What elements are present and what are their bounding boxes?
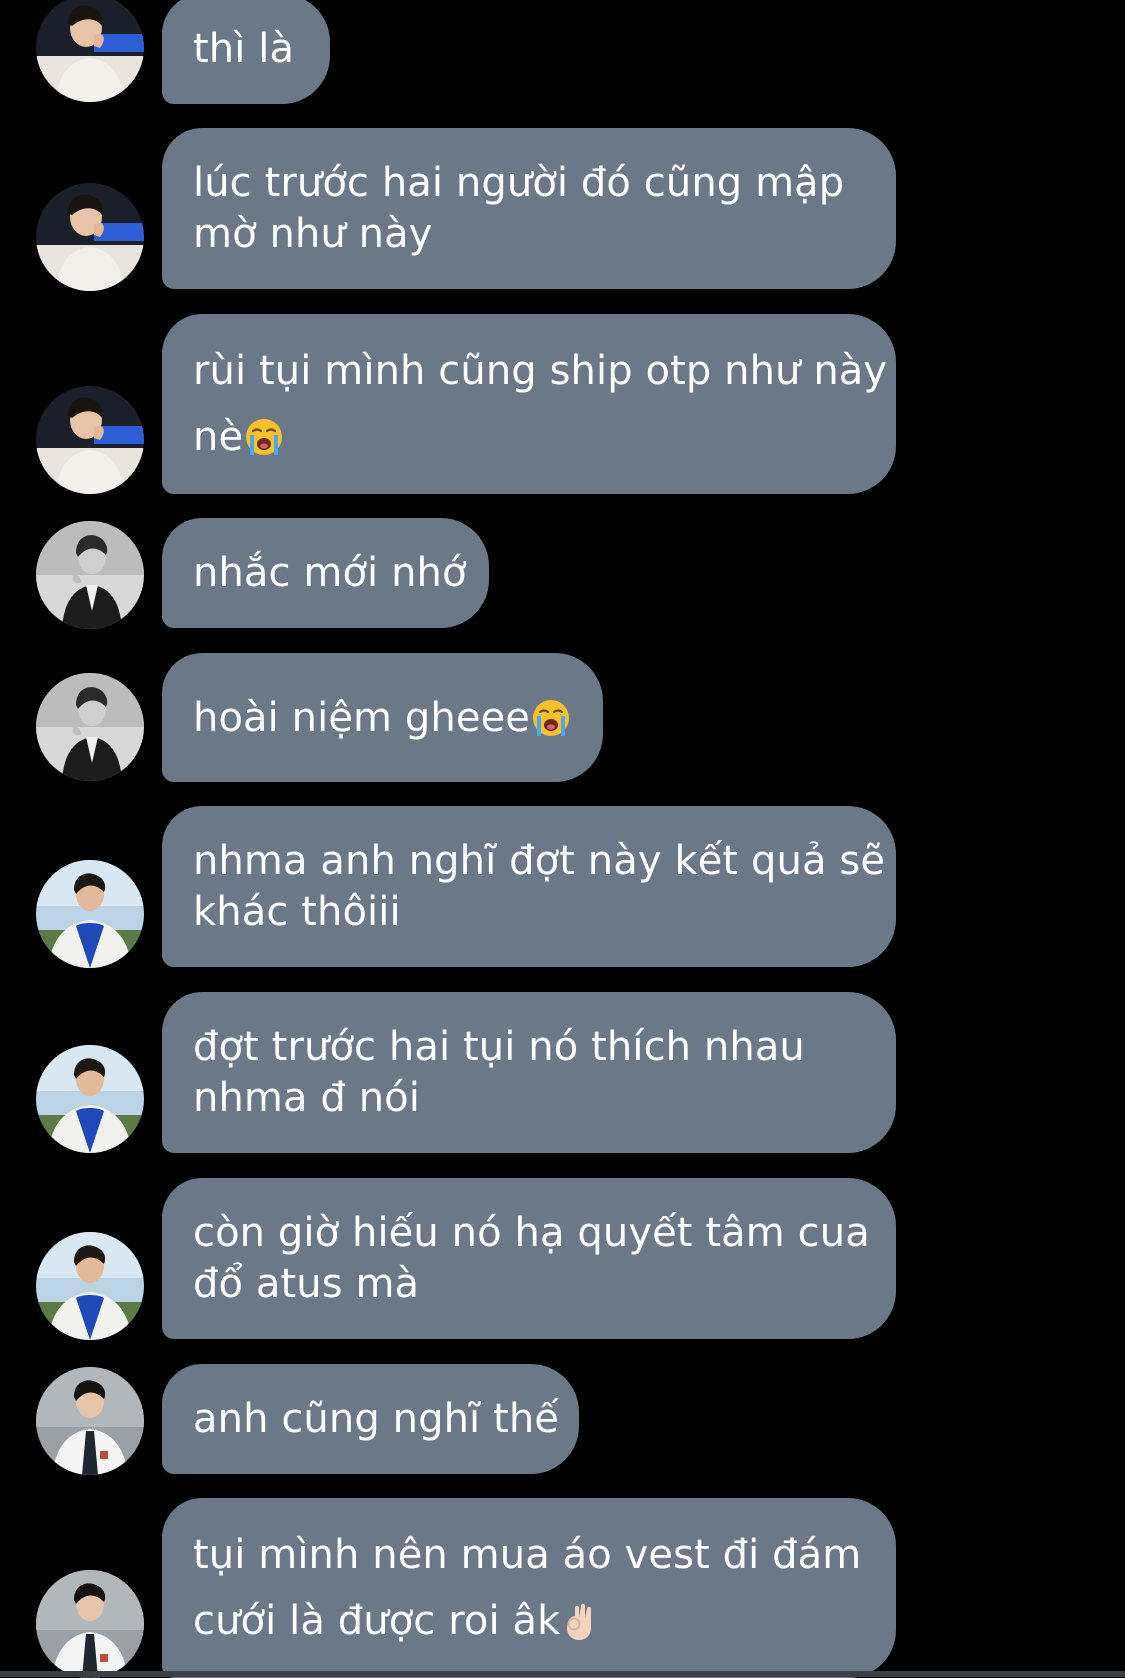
message-text: đợt trước hai tụi nó thích nhau xyxy=(193,1023,805,1070)
avatar-image xyxy=(36,0,144,102)
ok-hand-icon xyxy=(566,1602,593,1640)
message-bubble[interactable]: anh cũng nghĩ thế xyxy=(162,1364,579,1474)
avatar-user-b[interactable] xyxy=(36,673,144,781)
message-text: lúc trước hai người đó cũng mập xyxy=(193,159,845,206)
loudly-crying-face-icon xyxy=(245,417,284,457)
message-bubble[interactable]: nhắc mới nhớ xyxy=(162,518,489,628)
message-text: thì là xyxy=(193,26,295,72)
message-text: mờ như này xyxy=(193,210,433,257)
avatar-image xyxy=(36,673,144,781)
avatar-user-b[interactable] xyxy=(36,521,144,629)
message-bubble[interactable]: hoài niệm gheee xyxy=(162,653,603,782)
avatar-image xyxy=(36,1045,144,1153)
message-bubble[interactable]: nhma anh nghĩ đợt này kết quả sẽ khác th… xyxy=(162,806,896,967)
avatar-user-c[interactable] xyxy=(36,860,144,968)
message-text: anh cũng nghĩ thế xyxy=(193,1396,559,1442)
message-text-part: nè xyxy=(193,414,244,460)
message-text: nhma đ nói xyxy=(193,1074,420,1121)
message-bubble[interactable]: thì là xyxy=(162,0,330,104)
loudly-crying-face-icon xyxy=(531,698,571,737)
message-bubble[interactable]: rùi tụi mình cũng ship otp như này nè xyxy=(162,314,896,494)
message-text-part: cưới là được roi âk xyxy=(193,1598,561,1644)
message-text: nè xyxy=(193,404,865,470)
avatar-image xyxy=(36,521,144,629)
avatar-image xyxy=(36,1367,144,1475)
message-text: cưới là được roi âk xyxy=(193,1588,865,1654)
message-bubble[interactable]: đợt trước hai tụi nó thích nhau nhma đ n… xyxy=(162,992,896,1153)
avatar-user-a[interactable] xyxy=(36,386,144,494)
avatar-image xyxy=(36,1232,144,1340)
message-text: nhma anh nghĩ đợt này kết quả sẽ xyxy=(193,837,886,884)
avatar-user-d[interactable] xyxy=(36,1570,144,1678)
message-text: hoài niệm gheee xyxy=(193,695,572,741)
message-bubble[interactable]: lúc trước hai người đó cũng mập mờ như n… xyxy=(162,128,896,289)
avatar-user-a[interactable] xyxy=(36,0,144,102)
message-text: đổ atus mà xyxy=(193,1260,420,1307)
avatar-image xyxy=(36,183,144,291)
avatar-user-c[interactable] xyxy=(36,1045,144,1153)
message-text: còn giờ hiếu nó hạ quyết tâm cua xyxy=(193,1209,870,1256)
message-text: tụi mình nên mua áo vest đi đám xyxy=(193,1532,862,1578)
message-text: rùi tụi mình cũng ship otp như này xyxy=(193,348,888,394)
avatar-user-a[interactable] xyxy=(36,183,144,291)
avatar-image xyxy=(36,1570,144,1678)
avatar-user-c[interactable] xyxy=(36,1232,144,1340)
message-bubble[interactable]: còn giờ hiếu nó hạ quyết tâm cua đổ atus… xyxy=(162,1178,896,1339)
message-bubble[interactable]: tụi mình nên mua áo vest đi đám cưới là … xyxy=(162,1498,896,1678)
avatar-image xyxy=(36,386,144,494)
avatar-image xyxy=(36,860,144,968)
message-text: khác thôiii xyxy=(193,888,401,935)
avatar-user-d[interactable] xyxy=(36,1367,144,1475)
bottom-divider xyxy=(0,1671,1125,1677)
message-text-part: hoài niệm gheee xyxy=(193,694,530,741)
message-text: nhắc mới nhớ xyxy=(193,550,467,596)
